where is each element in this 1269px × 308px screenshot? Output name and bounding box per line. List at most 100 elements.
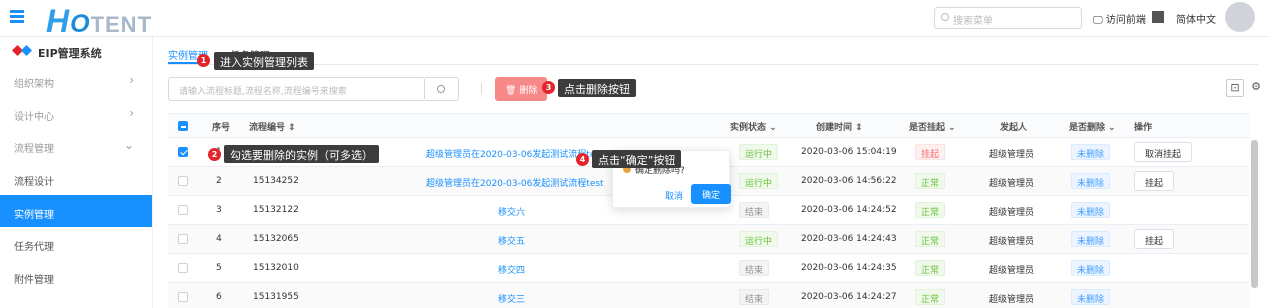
sidebar-item-task-agent[interactable]: 任务代理 (0, 227, 152, 260)
col-code[interactable]: 流程编号 ⇕ (249, 120, 296, 133)
row-title-link[interactable]: 移交五 (498, 234, 525, 247)
avatar[interactable] (1225, 2, 1255, 32)
row-code: 15132122 (253, 205, 299, 215)
step-badge-3: 3 (542, 81, 555, 94)
row-action-button[interactable]: 取消挂起 (1134, 142, 1193, 162)
row-action-button[interactable]: 挂起 (1134, 171, 1175, 191)
export-icon[interactable]: ⊡ (1226, 79, 1244, 97)
popover-confirm-button[interactable]: 确定 (691, 184, 731, 204)
row-checkbox[interactable] (178, 205, 188, 215)
status-badge: 运行中 (739, 231, 779, 247)
chevron-right-icon: › (129, 105, 134, 120)
row-checkbox[interactable] (178, 176, 188, 186)
row-created-time: 2020-03-06 15:04:19 (801, 147, 897, 157)
trash-icon: 🗑 (505, 86, 517, 96)
sidebar-item-flow-design[interactable]: 流程设计 (0, 162, 152, 195)
col-index: 序号 (212, 123, 231, 133)
sidebar-item-flow-mgmt[interactable]: 流程管理 ⌄ (0, 129, 152, 162)
delete-button[interactable]: 🗑 删除 (495, 77, 547, 101)
status-badge: 结束 (739, 260, 770, 276)
step-badge-4: 4 (576, 153, 589, 166)
eip-logo-icon (12, 45, 32, 56)
row-action-button[interactable]: 挂起 (1134, 229, 1175, 249)
sidebar-item-org[interactable]: 组织架构 › (0, 64, 152, 97)
row-checkbox[interactable] (178, 263, 188, 273)
row-initiator: 超级管理员 (989, 237, 1035, 247)
row-code: 15132010 (253, 263, 299, 273)
suspend-badge: 正常 (915, 202, 946, 218)
deleted-badge: 未删除 (1071, 231, 1111, 247)
col-deleted[interactable]: 是否删除 ⌄ (1069, 120, 1116, 133)
suspend-badge: 挂起 (915, 144, 946, 160)
language-selector[interactable]: 简体中文 (1176, 11, 1216, 26)
search-icon (941, 13, 949, 21)
row-created-time: 2020-03-06 14:24:27 (801, 292, 897, 302)
row-initiator: 超级管理员 (989, 266, 1035, 276)
row-index: 5 (216, 263, 222, 273)
gear-icon[interactable]: ⚙ (1247, 79, 1265, 97)
row-index: 3 (216, 205, 222, 215)
system-title: EIP管理系统 (0, 37, 152, 64)
fullscreen-icon[interactable] (1152, 11, 1164, 23)
row-checkbox[interactable] (178, 234, 188, 244)
col-actions: 操作 (1134, 123, 1153, 133)
menu-search-input[interactable]: 搜索菜单 (934, 7, 1082, 29)
sidebar-item-attachments[interactable]: 附件管理 (0, 260, 152, 293)
col-status[interactable]: 实例状态 ⌄ (730, 120, 777, 133)
search-button[interactable] (425, 77, 459, 101)
deleted-badge: 未删除 (1071, 144, 1111, 160)
suspend-badge: 正常 (915, 260, 946, 276)
menu-toggle-icon[interactable] (10, 10, 24, 24)
status-badge: 运行中 (739, 173, 779, 189)
main-content: 实例管理 任务管理 请输入流程标题,流程名称,流程编号来搜索 🗑 删除 ⊡ ⚙ … (154, 37, 1269, 308)
step-badge-1: 1 (197, 54, 210, 67)
callout-1: 进入实例管理列表 (214, 52, 314, 70)
row-title-link[interactable]: 超级管理员在2020-03-06发起测试流程test (426, 176, 604, 189)
visit-frontend-link[interactable]: 🖵 访问前端 (1093, 11, 1146, 26)
callout-3: 点击删除按钮 (558, 79, 636, 97)
col-initiator: 发起人 (1000, 123, 1028, 133)
sidebar-item-design[interactable]: 设计中心 › (0, 97, 152, 130)
toolbar-divider (481, 83, 482, 95)
popover-cancel-button[interactable]: 取消 (665, 189, 683, 202)
instance-table: 序号 流程编号 ⇕ 实例状态 ⌄ 创建时间 ⇕ 是否挂起 ⌄ 发起人 是否删除 … (168, 113, 1249, 308)
scrollbar[interactable] (1251, 140, 1258, 288)
suspend-badge: 正常 (915, 173, 946, 189)
table-row[interactable]: 6 15131955 移交三 结束 2020-03-06 14:24:27 正常 超级管理员… (168, 283, 1249, 308)
table-row[interactable]: 5 15132010 移交四 结束 2020-03-06 14:24:35 正常 超级管理员… (168, 254, 1249, 283)
row-initiator: 超级管理员 (989, 208, 1035, 218)
monitor-icon: 🖵 (1093, 15, 1103, 26)
deleted-badge: 未删除 (1071, 173, 1111, 189)
row-title-link[interactable]: 移交三 (498, 292, 525, 305)
deleted-badge: 未删除 (1071, 202, 1111, 218)
col-created[interactable]: 创建时间 ⇕ (816, 120, 863, 133)
step-badge-2: 2 (208, 148, 221, 161)
row-title-link[interactable]: 移交四 (498, 263, 525, 276)
status-badge: 运行中 (739, 144, 779, 160)
col-suspend[interactable]: 是否挂起 ⌄ (909, 120, 956, 133)
row-initiator: 超级管理员 (989, 150, 1035, 160)
row-created-time: 2020-03-06 14:56:22 (801, 176, 897, 186)
row-title-link[interactable]: 移交六 (498, 205, 525, 218)
row-index: 4 (216, 234, 222, 244)
row-created-time: 2020-03-06 14:24:52 (801, 205, 897, 215)
sidebar-item-instance-mgmt[interactable]: 实例管理 (0, 194, 152, 228)
app-root: HOTENT 搜索菜单 🖵 访问前端 简体中文 EIP管理系统 组织架构 › 设计… (0, 0, 1269, 308)
row-code: 15134252 (253, 176, 299, 186)
row-created-time: 2020-03-06 14:24:43 (801, 234, 897, 244)
table-header: 序号 流程编号 ⇕ 实例状态 ⌄ 创建时间 ⇕ 是否挂起 ⌄ 发起人 是否删除 … (168, 114, 1249, 138)
status-badge: 结束 (739, 289, 770, 305)
row-created-time: 2020-03-06 14:24:35 (801, 263, 897, 273)
row-checkbox[interactable] (178, 147, 188, 157)
select-all-checkbox[interactable] (178, 121, 188, 131)
deleted-badge: 未删除 (1071, 289, 1111, 305)
callout-2: 勾选要删除的实例（可多选） (224, 145, 379, 163)
chevron-right-icon: › (129, 73, 134, 87)
deleted-badge: 未删除 (1071, 260, 1111, 276)
row-checkbox[interactable] (178, 292, 188, 302)
instance-search-input[interactable]: 请输入流程标题,流程名称,流程编号来搜索 (168, 77, 425, 101)
row-initiator: 超级管理员 (989, 179, 1035, 189)
table-row[interactable]: 4 15132065 移交五 运行中 2020-03-06 14:24:43 正常 超级管理… (168, 225, 1249, 254)
callout-4: 点击“确定”按钮 (592, 150, 682, 168)
search-icon (437, 85, 445, 93)
